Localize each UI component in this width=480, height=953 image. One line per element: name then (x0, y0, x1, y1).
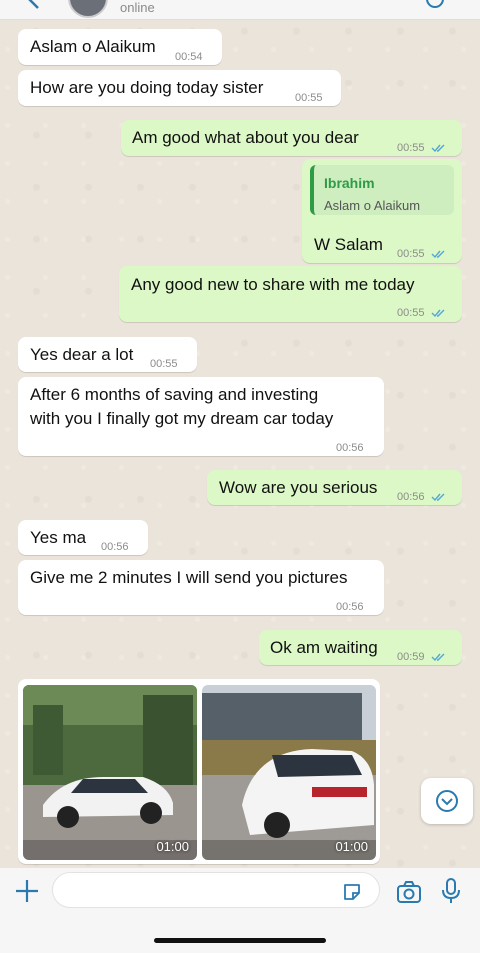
message-time: 00:56 (101, 541, 129, 553)
call-icon[interactable] (424, 0, 446, 10)
car-photo-icon (202, 685, 376, 860)
message-bubble-incoming[interactable]: Yes ma 00:56 (18, 520, 148, 555)
quoted-sender-name: Ibrahim (324, 175, 375, 191)
read-receipt-icon (431, 309, 445, 318)
message-bubble-outgoing[interactable]: Ok am waiting 00:59 (259, 630, 462, 665)
message-bubble-incoming[interactable]: Yes dear a lot 00:55 (18, 337, 197, 372)
message-text: Aslam o Alaikum (30, 37, 156, 56)
microphone-icon[interactable] (440, 877, 462, 905)
home-indicator (154, 938, 326, 943)
read-receipt-icon (431, 144, 445, 153)
scroll-down-chevron-icon (436, 790, 458, 812)
message-time: 00:55 (397, 137, 447, 160)
message-bubble-incoming[interactable]: How are you doing today sister 00:55 (18, 70, 341, 106)
message-time: 00:55 (295, 92, 323, 104)
message-time: 00:54 (175, 51, 203, 63)
car-photo-icon (23, 685, 197, 860)
read-receipt-icon (431, 493, 445, 502)
message-time: 00:56 (397, 486, 447, 509)
message-time: 00:55 (150, 358, 178, 370)
read-receipt-icon (431, 250, 445, 259)
message-bubble-outgoing[interactable]: Am good what about you dear 00:55 (121, 120, 462, 156)
message-text-line2: with you I finally got my dream car toda… (30, 409, 334, 428)
camera-icon[interactable] (396, 880, 422, 904)
message-text: How are you doing today sister (30, 78, 264, 97)
message-text: Wow are you serious (219, 478, 378, 497)
plus-icon[interactable] (14, 878, 40, 904)
message-text-line1: After 6 months of saving and investing (30, 385, 319, 404)
video-thumbnail-1[interactable]: 01:00 (23, 685, 197, 860)
message-time: 00:55 (397, 243, 447, 266)
sticker-icon[interactable] (342, 882, 362, 902)
video-duration: 01:00 (335, 839, 368, 854)
message-bubble-incoming[interactable]: Aslam o Alaikum 00:54 (18, 29, 222, 65)
contact-status: online (120, 0, 155, 15)
avatar[interactable] (68, 0, 108, 18)
message-time: 00:55 (397, 302, 447, 325)
message-text: Give me 2 minutes I will send you pictur… (30, 568, 348, 587)
message-time-value: 00:55 (397, 142, 425, 154)
media-message[interactable]: 01:00 01:00 (18, 679, 380, 864)
back-arrow-icon[interactable] (24, 0, 44, 10)
message-bubble-outgoing[interactable]: Any good new to share with me today 00:5… (119, 266, 462, 322)
message-text: Am good what about you dear (132, 128, 359, 147)
message-bubble-outgoing-reply[interactable]: Ibrahim Aslam o Alaikum W Salam 00:55 (302, 159, 462, 263)
message-text: Yes ma (30, 528, 87, 547)
message-time-value: 00:55 (397, 248, 425, 260)
message-text: Yes dear a lot (30, 345, 134, 364)
video-duration: 01:00 (156, 839, 189, 854)
message-text: Ok am waiting (270, 638, 378, 657)
message-text: W Salam (314, 235, 383, 254)
message-text: Any good new to share with me today (131, 275, 415, 294)
read-receipt-icon (431, 653, 445, 662)
message-input[interactable] (52, 872, 380, 908)
message-time-value: 00:59 (397, 651, 425, 663)
quoted-message[interactable]: Ibrahim Aslam o Alaikum (310, 165, 454, 215)
scroll-down-button[interactable] (421, 778, 473, 824)
quoted-text: Aslam o Alaikum (324, 198, 421, 213)
message-bubble-outgoing[interactable]: Wow are you serious 00:56 (207, 470, 462, 505)
message-time: 00:59 (397, 646, 447, 669)
chat-header: online (0, 0, 480, 20)
message-time-value: 00:55 (397, 307, 425, 319)
video-thumbnail-2[interactable]: 01:00 (202, 685, 376, 860)
composer-bar (0, 868, 480, 953)
message-time: 00:56 (336, 442, 364, 454)
message-bubble-incoming[interactable]: After 6 months of saving and investing w… (18, 377, 384, 456)
message-time-value: 00:56 (397, 491, 425, 503)
message-time: 00:56 (336, 601, 364, 613)
message-bubble-incoming[interactable]: Give me 2 minutes I will send you pictur… (18, 560, 384, 615)
